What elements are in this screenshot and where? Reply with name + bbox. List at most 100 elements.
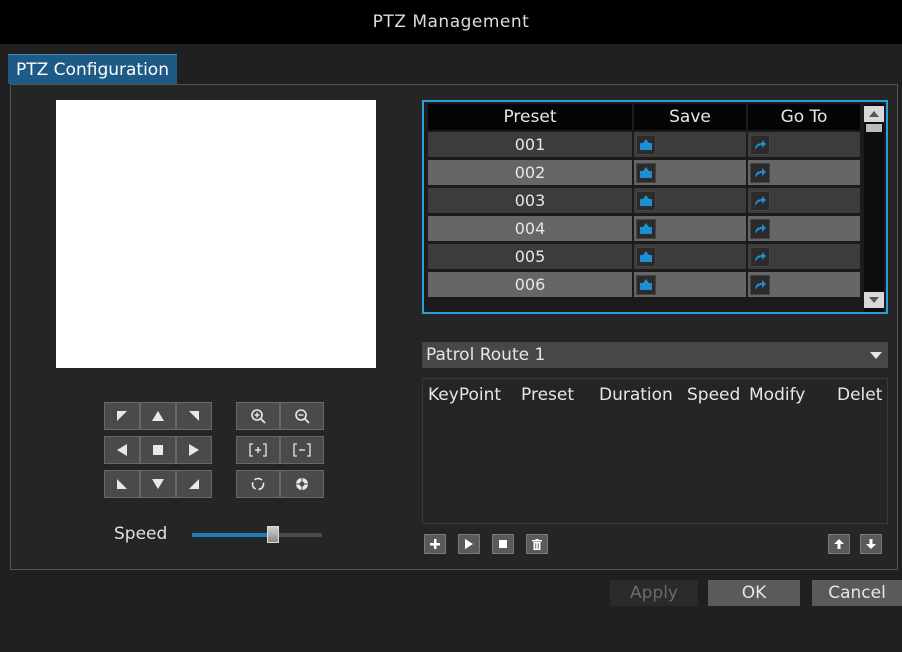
camera-save-icon (640, 223, 652, 234)
curved-arrow-icon (755, 252, 766, 262)
arrow-left-icon (117, 444, 127, 456)
caret-up-icon (869, 111, 879, 117)
caret-down-icon (869, 297, 879, 303)
goto-preset-button[interactable] (750, 135, 770, 155)
arrow-right-icon (189, 444, 199, 456)
tilt-down-button[interactable] (140, 470, 176, 498)
move-up-button[interactable] (828, 534, 850, 554)
patrol-route-select[interactable]: Patrol Route 1 (422, 342, 888, 368)
iris-open-icon (296, 478, 308, 490)
iris-open-button[interactable] (280, 470, 324, 498)
arrow-up-icon (152, 411, 164, 421)
save-preset-button[interactable] (636, 135, 656, 155)
save-preset-button[interactable] (636, 275, 656, 295)
goto-cell (748, 272, 860, 297)
scroll-up-button[interactable] (864, 106, 884, 122)
camera-save-icon (640, 195, 652, 206)
goto-preset-button[interactable] (750, 163, 770, 183)
preset-row[interactable]: 006 (428, 272, 860, 299)
save-cell (634, 272, 746, 297)
move-down-button[interactable] (860, 534, 882, 554)
curved-arrow-icon (755, 196, 766, 206)
scroll-down-button[interactable] (864, 292, 884, 308)
goto-cell (748, 188, 860, 213)
pan-down-left-button[interactable] (104, 470, 140, 498)
column-header-goto: Go To (748, 104, 860, 130)
arrow-down-icon (152, 479, 164, 489)
stop-icon (153, 445, 163, 455)
save-preset-button[interactable] (636, 219, 656, 239)
goto-cell (748, 160, 860, 185)
chevron-down-icon (870, 352, 882, 359)
arrow-down-right-icon (189, 479, 199, 489)
pan-up-right-button[interactable] (176, 402, 212, 430)
arrow-up-icon (834, 539, 844, 549)
delete-route-button[interactable] (526, 534, 548, 554)
pan-left-button[interactable] (104, 436, 140, 464)
tab-ptz-configuration[interactable]: PTZ Configuration (8, 54, 177, 84)
column-header-duration: Duration (599, 385, 673, 405)
preset-row[interactable]: 002 (428, 160, 860, 187)
preset-number: 006 (428, 272, 632, 297)
camera-save-icon (640, 167, 652, 178)
goto-cell (748, 244, 860, 269)
zoom-out-button[interactable] (280, 402, 324, 430)
pan-right-button[interactable] (176, 436, 212, 464)
speed-slider-fill (192, 533, 273, 537)
ptz-stop-button[interactable] (140, 436, 176, 464)
focus-near-button[interactable] (236, 436, 280, 464)
goto-preset-button[interactable] (750, 191, 770, 211)
preset-row[interactable]: 005 (428, 244, 860, 271)
preset-row[interactable]: 004 (428, 216, 860, 243)
start-patrol-button[interactable] (458, 534, 480, 554)
column-header-modify: Modify (749, 385, 806, 405)
focus-far-button[interactable] (280, 436, 324, 464)
preset-row[interactable]: 003 (428, 188, 860, 215)
save-cell (634, 160, 746, 185)
zoom-out-icon (295, 409, 310, 424)
cancel-button[interactable]: Cancel (812, 580, 902, 606)
zoom-in-button[interactable] (236, 402, 280, 430)
play-icon (465, 539, 473, 549)
save-cell (634, 216, 746, 241)
speed-slider-thumb[interactable] (266, 526, 279, 543)
save-cell (634, 132, 746, 157)
column-header-keypoint: KeyPoint (428, 385, 502, 405)
pan-up-left-button[interactable] (104, 402, 140, 430)
iris-close-button[interactable] (236, 470, 280, 498)
tilt-up-button[interactable] (140, 402, 176, 430)
save-preset-button[interactable] (636, 247, 656, 267)
preset-number: 004 (428, 216, 632, 241)
video-preview (56, 100, 376, 368)
window-title: PTZ Management (372, 12, 530, 32)
zoom-in-icon (251, 409, 266, 424)
preset-number: 005 (428, 244, 632, 269)
arrow-down-left-icon (117, 479, 127, 489)
apply-button[interactable]: Apply (610, 580, 698, 606)
arrow-down-icon (866, 539, 876, 549)
save-preset-button[interactable] (636, 163, 656, 183)
focus-far-icon (293, 443, 311, 457)
preset-number: 003 (428, 188, 632, 213)
speed-label: Speed (114, 524, 168, 544)
speed-slider[interactable] (192, 526, 322, 543)
camera-save-icon (640, 139, 652, 150)
goto-preset-button[interactable] (750, 219, 770, 239)
save-cell (634, 188, 746, 213)
column-header-preset: Preset (521, 385, 575, 405)
patrol-route-value: Patrol Route 1 (426, 345, 546, 365)
add-keypoint-button[interactable] (424, 534, 446, 554)
stop-patrol-button[interactable] (492, 534, 514, 554)
preset-scrollbar[interactable] (864, 104, 884, 312)
goto-preset-button[interactable] (750, 247, 770, 267)
goto-preset-button[interactable] (750, 275, 770, 295)
preset-number: 002 (428, 160, 632, 185)
curved-arrow-icon (755, 280, 766, 290)
ok-button[interactable]: OK (708, 580, 800, 606)
pan-down-right-button[interactable] (176, 470, 212, 498)
save-preset-button[interactable] (636, 191, 656, 211)
trash-icon (532, 538, 542, 550)
scroll-thumb[interactable] (866, 124, 882, 132)
preset-row[interactable]: 001 (428, 132, 860, 159)
curved-arrow-icon (755, 140, 766, 150)
